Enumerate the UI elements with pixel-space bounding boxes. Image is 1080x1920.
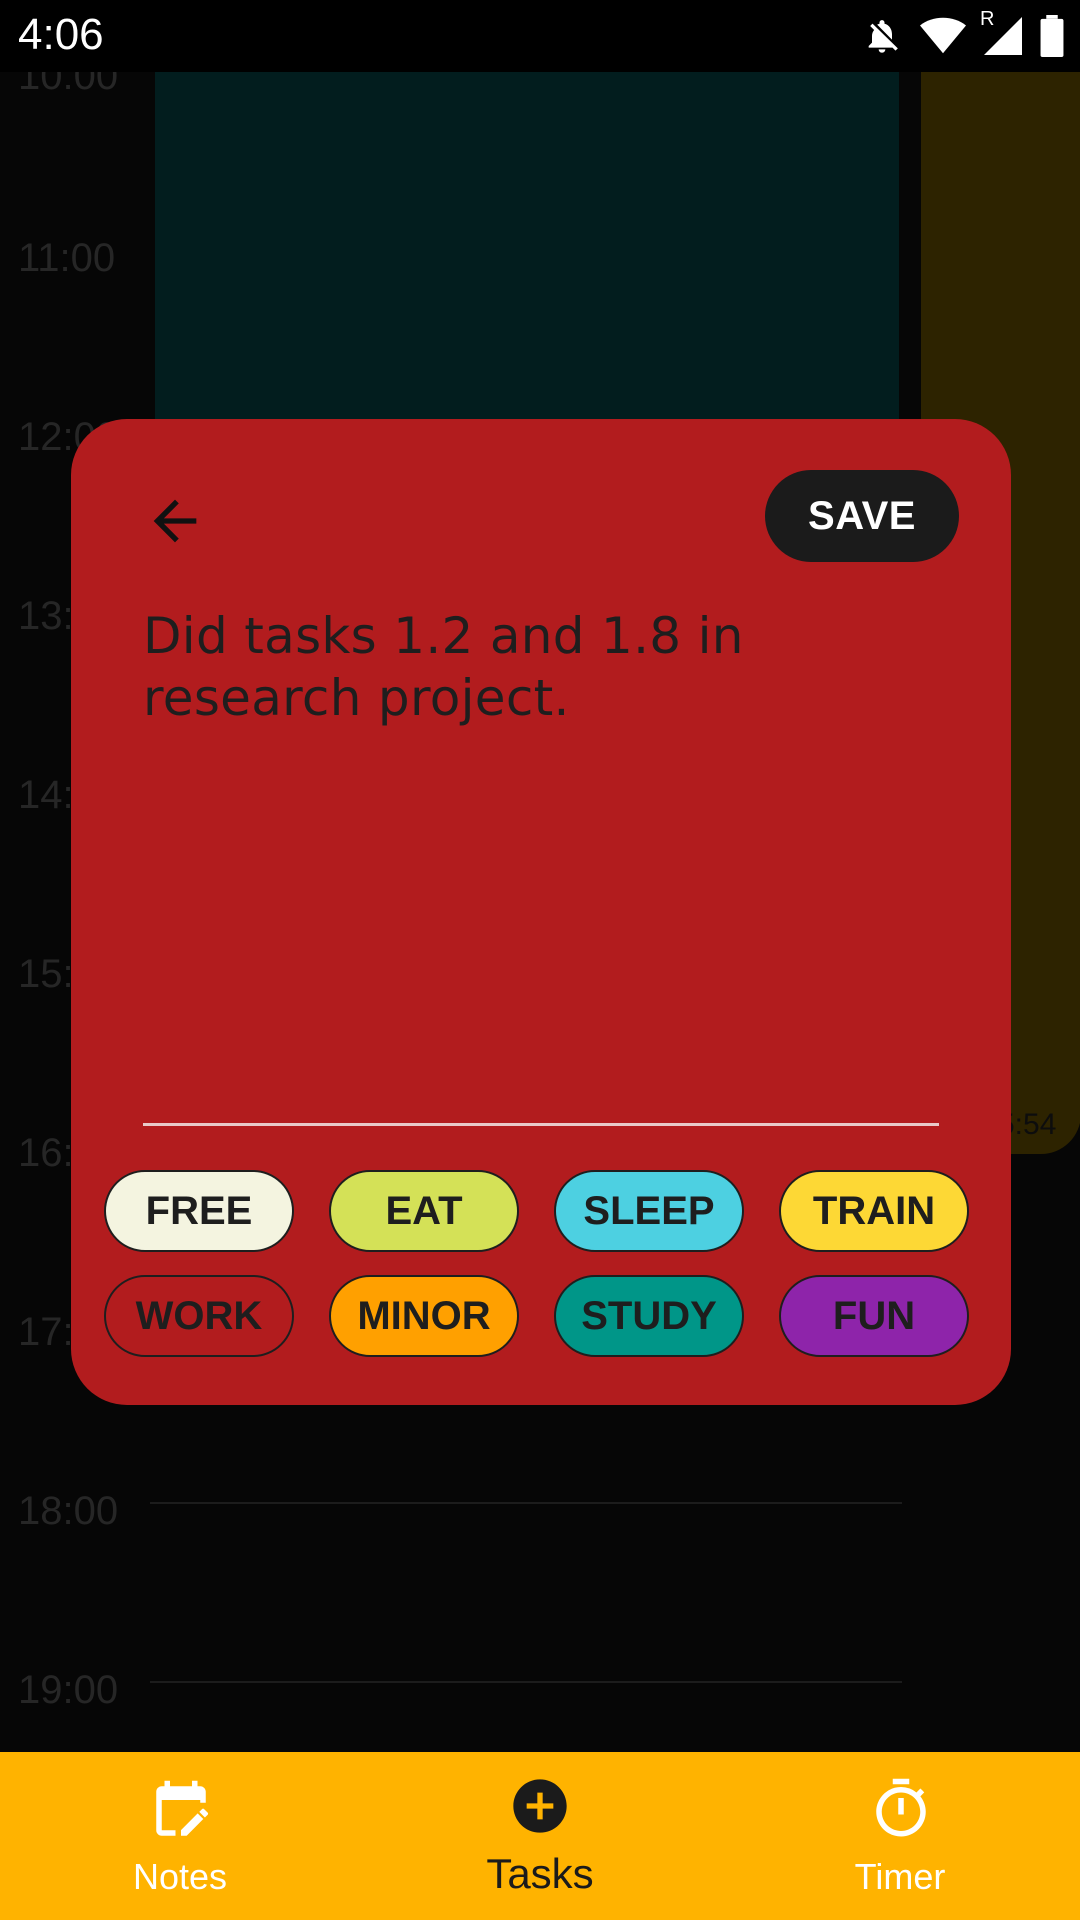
add-circle-icon — [513, 1779, 567, 1833]
hour-label: 11:00 — [18, 236, 116, 280]
status-time: 4:06 — [18, 10, 104, 59]
bottom-navigation: Notes Tasks Timer — [0, 1752, 1080, 1920]
calendar-edit-icon — [156, 1780, 209, 1836]
tag-sleep[interactable]: SLEEP — [554, 1170, 744, 1252]
nav-tasks[interactable]: Tasks — [450, 1752, 630, 1920]
nav-notes[interactable]: Notes — [90, 1752, 270, 1920]
stopwatch-icon — [876, 1778, 926, 1837]
note-text-input[interactable]: Did tasks 1.2 and 1.8 in research projec… — [143, 605, 943, 729]
nav-notes-label: Notes — [132, 1856, 228, 1897]
nav-tasks-label: Tasks — [486, 1850, 594, 1897]
app-screen: 4:06 R 5:54 10:00 11:00 12:00 13:00 14:0… — [0, 0, 1080, 1920]
roaming-indicator: R — [980, 8, 995, 30]
notifications-off-icon — [862, 14, 902, 58]
nav-timer-label: Timer — [854, 1856, 946, 1897]
tag-work[interactable]: WORK — [104, 1275, 294, 1357]
tag-eat[interactable]: EAT — [329, 1170, 519, 1252]
note-dialog: SAVE Did tasks 1.2 and 1.8 in research p… — [71, 419, 1011, 1405]
battery-icon — [1040, 15, 1064, 57]
tag-free[interactable]: FREE — [104, 1170, 294, 1252]
tag-minor[interactable]: MINOR — [329, 1275, 519, 1357]
hour-gridline — [150, 1681, 902, 1683]
nav-timer[interactable]: Timer — [810, 1752, 990, 1920]
wifi-icon — [920, 16, 966, 56]
signal-roaming-icon: R — [980, 8, 1022, 56]
hour-gridline — [150, 1502, 902, 1504]
save-button[interactable]: SAVE — [765, 470, 959, 562]
back-button[interactable] — [143, 489, 207, 553]
status-bar: 4:06 R — [0, 0, 1080, 72]
hour-label: 19:00 — [18, 1668, 119, 1712]
status-icons: R — [862, 8, 1064, 58]
note-input-underline — [143, 1123, 939, 1126]
tag-train[interactable]: TRAIN — [779, 1170, 969, 1252]
tag-fun[interactable]: FUN — [779, 1275, 969, 1357]
hour-label: 18:00 — [18, 1489, 119, 1533]
arrow-back-icon — [153, 499, 197, 543]
tag-study[interactable]: STUDY — [554, 1275, 744, 1357]
